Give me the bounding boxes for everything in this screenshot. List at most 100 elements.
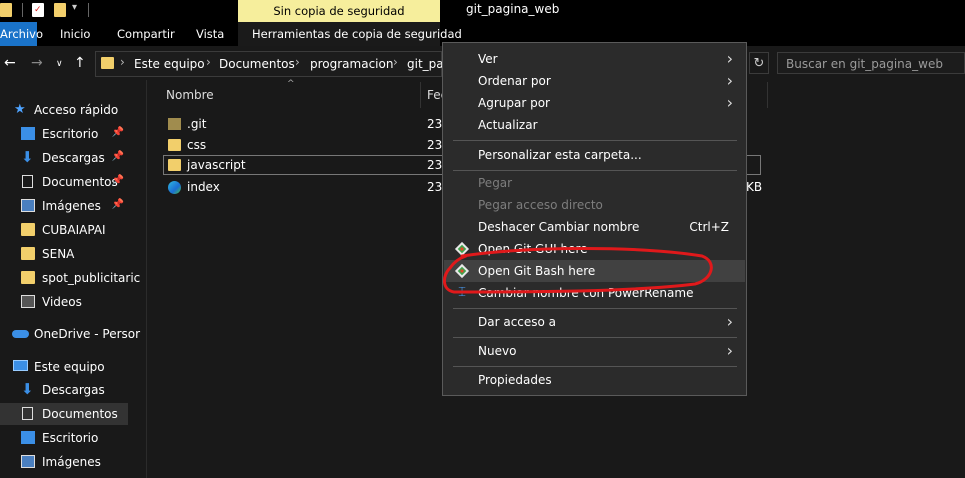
tab-inicio[interactable]: Inicio [60,22,90,46]
title-bar: ✓ ▾ Sin copia de seguridad git_pagina_we… [0,0,965,22]
sidebar-item-cubaiapai[interactable]: CUBAIAPAI [0,219,146,241]
file-name: css [187,138,207,152]
tab-backup-tools[interactable]: Herramientas de copia de seguridad [252,22,462,46]
sidebar-item-este-equipo[interactable]: Este equipo [0,356,146,378]
forward-arrow-icon[interactable]: → [31,55,43,71]
menu-item-shortcut: Ctrl+Z [689,220,729,234]
pin-icon: 📌 [111,151,124,162]
column-divider[interactable] [767,82,768,108]
menu-item-label: Dar acceso a [478,315,557,329]
breadcrumb-este-equipo[interactable]: Este equipo [134,57,205,71]
folder-icon [168,139,181,151]
sidebar-label: spot_publicitaric [42,271,141,285]
menu-separator [453,170,737,171]
tab-compartir[interactable]: Compartir [117,22,175,46]
folder-icon[interactable] [0,3,12,17]
chevron-right-icon[interactable]: › [295,55,300,69]
image-icon [21,455,35,468]
file-size: KB [746,180,763,194]
chevron-right-icon[interactable]: › [206,55,211,69]
menu-item-label: Ver [478,52,498,66]
sidebar-label: Imágenes [42,455,101,469]
menu-item-ordenar-por[interactable]: Ordenar por › [444,70,745,92]
download-icon: ⬇ [21,380,34,398]
menu-item-pegar[interactable]: Pegar [444,172,745,194]
menu-item-deshacer[interactable]: Deshacer Cambiar nombre Ctrl+Z [444,216,745,238]
menu-separator [453,366,737,367]
sidebar-item-spot-publicitario[interactable]: spot_publicitaric [0,267,146,289]
edge-icon [168,181,181,194]
new-folder-icon[interactable] [54,3,66,17]
sidebar-label: SENA [42,247,75,261]
video-icon [21,295,35,308]
desktop-icon [21,431,35,444]
sidebar-label: Documentos [42,407,118,421]
sidebar-item-onedrive[interactable]: OneDrive - Persor [0,323,146,345]
tab-archivo[interactable]: Archivo [0,22,43,46]
menu-item-label: Nuevo [478,344,517,358]
file-name: javascript [187,158,246,172]
download-icon: ⬇ [21,148,34,166]
customize-toolbar-icon[interactable]: ▾ [72,2,77,13]
menu-item-ver[interactable]: Ver › [444,48,745,70]
chevron-right-icon[interactable]: › [393,55,398,69]
menu-item-pegar-acceso-directo[interactable]: Pegar acceso directo [444,194,745,216]
sidebar-item-documentos-2[interactable]: Documentos [0,403,128,425]
sidebar-item-escritorio-2[interactable]: Escritorio [0,427,146,449]
chevron-right-icon: › [726,71,733,90]
folder-icon [21,247,35,260]
sidebar-item-acceso-rapido[interactable]: ★ Acceso rápido [0,99,146,121]
image-icon [21,199,35,212]
menu-item-label: Actualizar [478,118,538,132]
sidebar-item-sena[interactable]: SENA [0,243,146,265]
sidebar-item-descargas[interactable]: ⬇ Descargas 📌 [0,147,146,169]
menu-item-label: Pegar [478,176,513,190]
menu-item-nuevo[interactable]: Nuevo › [444,340,745,362]
sidebar-label: Este equipo [34,360,105,374]
navigation-pane: ★ Acceso rápido Escritorio 📌 ⬇ Descargas… [0,80,147,478]
breadcrumb-programacion[interactable]: programacion [310,57,393,71]
file-name: index [187,180,220,194]
sidebar-item-imagenes[interactable]: Imágenes 📌 [0,195,146,217]
chevron-right-icon: › [726,341,733,360]
tab-vista[interactable]: Vista [196,22,224,46]
properties-icon[interactable]: ✓ [32,3,44,17]
menu-item-dar-acceso[interactable]: Dar acceso a › [444,311,745,333]
document-icon [22,175,33,188]
folder-icon [21,271,35,284]
sidebar-item-descargas-2[interactable]: ⬇ Descargas [0,379,146,401]
chevron-right-icon: › [726,312,733,331]
sidebar-item-imagenes-2[interactable]: Imágenes [0,451,146,473]
pin-icon: 📌 [111,175,124,186]
column-divider[interactable] [420,82,421,108]
sidebar-label: Acceso rápido [34,103,119,117]
column-header-name[interactable]: Nombre [166,88,214,102]
refresh-icon[interactable]: ↻ [749,52,769,74]
sidebar-item-videos[interactable]: Videos [0,291,146,313]
sidebar-item-documentos[interactable]: Documentos 📌 [0,171,146,193]
menu-item-label: Deshacer Cambiar nombre [478,220,640,234]
menu-item-label: Propiedades [478,373,552,387]
menu-item-personalizar[interactable]: Personalizar esta carpeta... [444,144,745,166]
search-input[interactable]: Buscar en git_pagina_web [777,52,965,74]
menu-item-propiedades[interactable]: Propiedades [444,369,745,391]
sidebar-item-escritorio[interactable]: Escritorio 📌 [0,123,146,145]
breadcrumb-documentos[interactable]: Documentos [219,57,295,71]
menu-item-label: Agrupar por [478,96,550,110]
recent-locations-icon[interactable]: ∨ [56,59,63,69]
window-title: git_pagina_web [466,2,560,16]
menu-item-actualizar[interactable]: Actualizar [444,114,745,136]
hidden-folder-icon [168,118,181,130]
folder-icon [168,159,181,171]
sort-up-icon: ^ [287,79,295,89]
separator-icon [88,3,89,17]
sidebar-label: Descargas [42,383,105,397]
back-arrow-icon[interactable]: ← [4,55,16,71]
menu-separator [453,337,737,338]
up-arrow-icon[interactable]: ↑ [74,55,86,71]
separator-icon [16,3,28,17]
menu-item-agrupar-por[interactable]: Agrupar por › [444,92,745,114]
chevron-right-icon[interactable]: › [120,55,125,69]
address-bar[interactable]: › Este equipo › Documentos › programacio… [95,51,451,77]
menu-item-label: Pegar acceso directo [478,198,603,212]
